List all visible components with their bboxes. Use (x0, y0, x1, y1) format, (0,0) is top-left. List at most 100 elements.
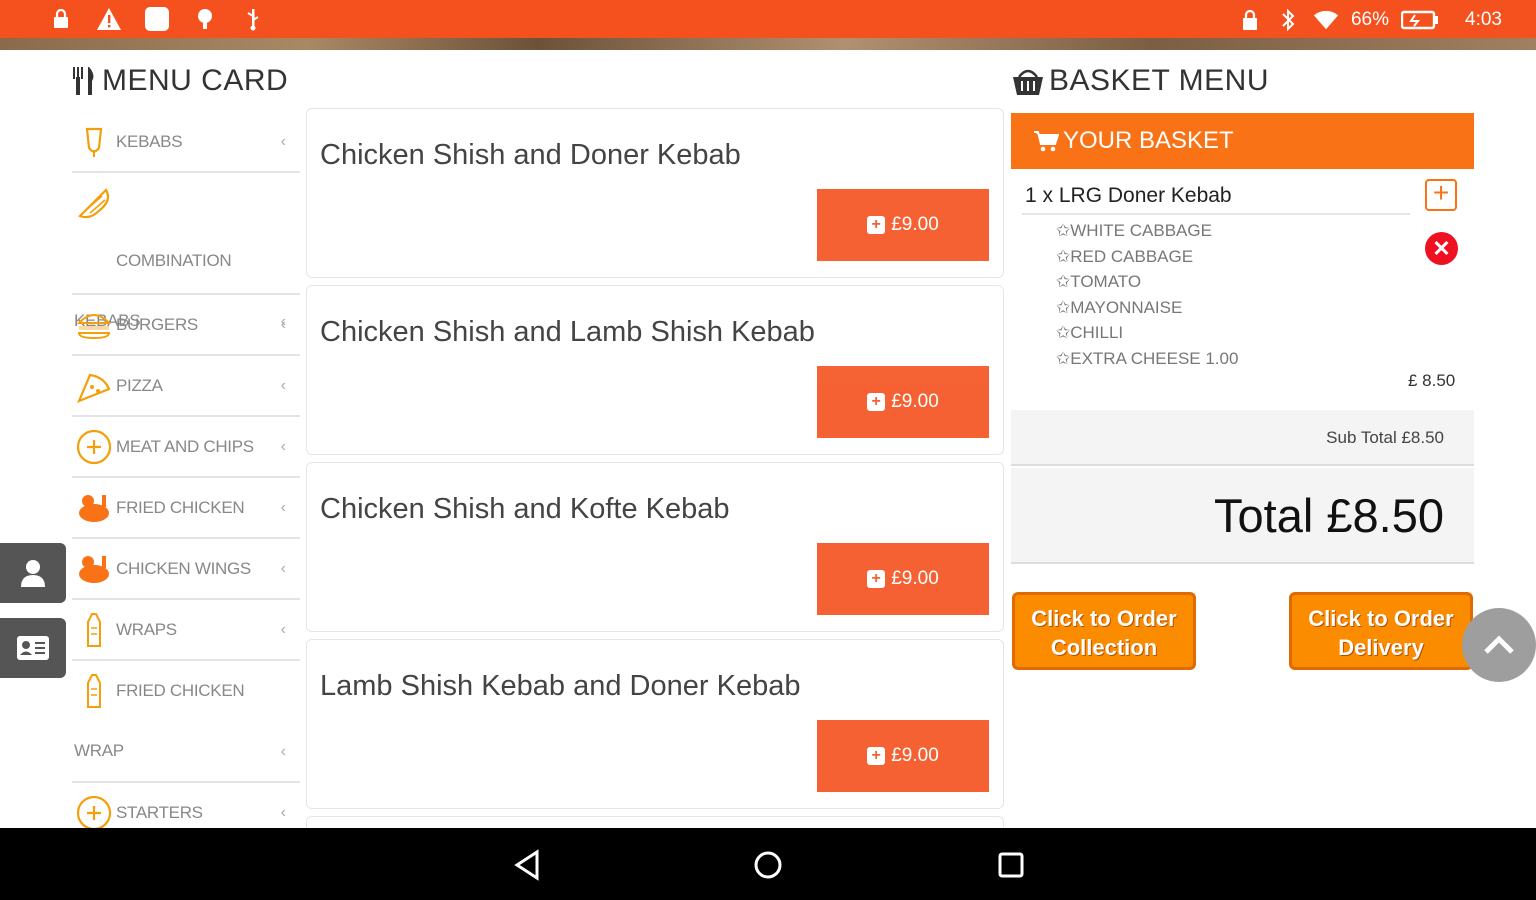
usb-icon (240, 6, 266, 32)
id-card-icon (17, 636, 49, 660)
wrap-icon (76, 673, 112, 709)
add-to-basket-button[interactable]: + £9.00 (817, 543, 989, 615)
price-label: £9.00 (891, 214, 939, 235)
home-circle-icon (754, 851, 782, 879)
category-label: MEAT AND CHIPS (116, 436, 254, 456)
status-bar: 66% 4:03 (0, 0, 1536, 38)
order-delivery-button[interactable]: Click to Order Delivery (1289, 592, 1473, 670)
menu-item-list: Chicken Shish and Doner Kebab + £9.00 Ch… (306, 108, 1004, 853)
chevron-left-icon: ‹ (280, 376, 286, 394)
battery-icon (1401, 7, 1439, 33)
wifi-icon (1313, 7, 1339, 33)
back-triangle-icon (514, 849, 539, 881)
scroll-to-top-button[interactable] (1462, 608, 1536, 682)
add-to-basket-button[interactable]: + £9.00 (817, 366, 989, 438)
option-item: ✩WHITE CABBAGE (1056, 221, 1212, 240)
warning-icon (96, 6, 122, 32)
option-item: ✩MAYONNAISE (1056, 297, 1183, 317)
category-label: FRIED CHICKEN (116, 497, 245, 517)
back-button[interactable] (510, 848, 544, 882)
lock-icon (1237, 7, 1263, 33)
category-chicken-wings[interactable]: CHICKEN WINGS ‹ (72, 539, 300, 600)
chicken-icon (76, 551, 112, 587)
basket-icon (1013, 69, 1043, 95)
category-kebabs[interactable]: KEBABS ‹ (72, 112, 300, 173)
kebab-icon (76, 124, 112, 160)
plus-square-icon: + (867, 216, 886, 234)
chevron-left-icon: ‹ (280, 315, 286, 333)
add-quantity-button[interactable]: + (1425, 179, 1457, 211)
category-burgers[interactable]: BURGERS ‹ (72, 295, 300, 356)
your-basket-header: YOUR BASKET (1011, 113, 1474, 169)
clock: 4:03 (1465, 9, 1502, 30)
category-label: KEBABS (116, 131, 183, 151)
category-label: COMBINATION (116, 251, 232, 270)
category-wraps[interactable]: WRAPS ‹ (72, 600, 300, 661)
navigation-bar (0, 828, 1536, 900)
add-to-basket-button[interactable]: + £9.00 (817, 189, 989, 261)
recents-square-icon (998, 852, 1024, 878)
category-label-line2: WRAP (74, 741, 124, 760)
contact-card-button[interactable] (0, 618, 66, 678)
combination-icon (76, 185, 112, 221)
subtotal-text: Sub Total £8.50 (1326, 428, 1444, 447)
total-row: Total £8.50 (1011, 468, 1474, 564)
chevron-left-icon: ‹ (280, 620, 286, 638)
menu-item-card: Chicken Shish and Kofte Kebab + £9.00 (306, 462, 1004, 632)
user-icon (21, 560, 45, 587)
divider (1022, 213, 1410, 215)
chevron-left-icon: ‹ (280, 559, 286, 577)
menu-item-card: Lamb Shish Kebab and Doner Kebab + £9.00 (306, 639, 1004, 809)
category-label: PIZZA (116, 375, 163, 395)
category-pizza[interactable]: PIZZA ‹ (72, 356, 300, 417)
plus-circle-icon (76, 795, 112, 831)
chevron-up-icon (1484, 635, 1514, 654)
recents-button[interactable] (994, 848, 1028, 882)
menu-item-name: Chicken Shish and Kofte Kebab (320, 493, 730, 525)
category-meat-and-chips[interactable]: MEAT AND CHIPS ‹ (72, 417, 300, 478)
category-sidebar: KEBABS ‹ COMBINATION KEBABS ‹ BURGERS ‹ … (72, 112, 300, 844)
price-label: £9.00 (891, 568, 939, 589)
remove-item-button[interactable]: ✕ (1425, 232, 1458, 265)
option-item: ✩EXTRA CHEESE 1.00 (1056, 348, 1239, 368)
home-button[interactable] (751, 848, 785, 882)
wrap-icon (76, 612, 112, 648)
menu-item-name: Chicken Shish and Doner Kebab (320, 139, 741, 171)
category-label: WRAPS (116, 619, 177, 639)
location-icon (192, 6, 218, 32)
option-item: ✩TOMATO (1056, 272, 1142, 291)
option-item: ✩CHILLI (1056, 323, 1124, 342)
line-item-price: £ 8.50 (1408, 371, 1456, 390)
basket-line-item: 1 x LRG Doner Kebab (1025, 184, 1232, 207)
cutlery-icon (73, 67, 94, 95)
pizza-icon (76, 368, 112, 404)
account-button[interactable] (0, 543, 66, 603)
category-label: FRIED CHICKEN (116, 681, 245, 700)
category-label: STARTERS (116, 802, 203, 822)
cart-icon (1034, 131, 1059, 152)
chicken-icon (76, 490, 112, 526)
chevron-left-icon: ‹ (280, 803, 286, 821)
add-to-basket-button[interactable]: + £9.00 (817, 720, 989, 792)
burger-icon (76, 307, 112, 343)
menu-item-name: Lamb Shish Kebab and Doner Kebab (320, 670, 801, 702)
chevron-left-icon: ‹ (280, 498, 286, 516)
chevron-left-icon: ‹ (280, 132, 286, 150)
header-image-strip (0, 38, 1536, 50)
option-item: ✩RED CABBAGE (1056, 246, 1194, 266)
order-collection-button[interactable]: Click to Order Collection (1012, 592, 1196, 670)
category-fried-chicken[interactable]: FRIED CHICKEN ‹ (72, 478, 300, 539)
category-label: BURGERS (116, 314, 198, 334)
price-label: £9.00 (891, 745, 939, 766)
subtotal-row: Sub Total £8.50 (1011, 410, 1474, 466)
category-combination-kebabs[interactable]: COMBINATION KEBABS ‹ (72, 173, 300, 330)
category-label: CHICKEN WINGS (116, 558, 251, 578)
menu-card-title: MENU CARD (70, 64, 288, 98)
menu-item-card: Chicken Shish and Doner Kebab + £9.00 (306, 108, 1004, 278)
menu-item-card: Chicken Shish and Lamb Shish Kebab + £9.… (306, 285, 1004, 455)
plus-circle-icon (76, 429, 112, 465)
plus-square-icon: + (867, 393, 886, 411)
plus-square-icon: + (867, 747, 886, 765)
category-fried-chicken-wrap[interactable]: FRIED CHICKEN WRAP ‹ (72, 661, 300, 783)
chevron-left-icon: ‹ (280, 743, 286, 760)
